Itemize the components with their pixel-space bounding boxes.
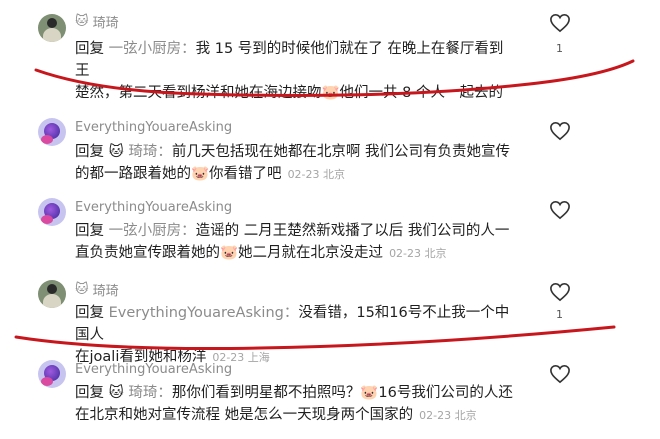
username[interactable]: 🐱 琦琦 — [75, 280, 119, 299]
avatar[interactable] — [38, 14, 66, 42]
comment-meta: 02-23 北京 — [287, 168, 346, 181]
avatar[interactable] — [38, 360, 66, 388]
like-heart-icon[interactable] — [549, 121, 571, 141]
reply-target[interactable]: 一弦小厨房 — [109, 223, 182, 239]
like-count: 1 — [556, 42, 563, 55]
comment-text[interactable]: 回复 一弦小厨房：造谣的 二月王楚然新戏播了以后 我们公司的人一 直负责她宣传跟… — [75, 220, 515, 265]
reply-target[interactable]: 一弦小厨房 — [109, 41, 182, 57]
comment-text[interactable]: 回复 🐱 琦琦：前几天包括现在她都在北京啊 我们公司有负责她宣传 的都一路跟着她… — [75, 141, 515, 186]
username[interactable]: 🐱 琦琦 — [75, 12, 119, 31]
like-heart-icon[interactable] — [549, 282, 571, 302]
username[interactable]: EverythingYouareAsking — [75, 120, 232, 135]
comment-meta: 02-23 北京 — [389, 247, 447, 260]
like-heart-icon[interactable] — [549, 364, 571, 384]
reply-target[interactable]: EverythingYouareAsking — [109, 305, 284, 321]
cat-emoji-icon: 🐱 — [75, 14, 89, 29]
reply-target[interactable]: 琦琦 — [128, 144, 157, 160]
comment-text[interactable]: 回复 一弦小厨房：我 15 号到的时候他们就在了 在晚上在餐厅看到王 楚然，第二… — [75, 38, 515, 104]
cat-emoji-icon: 🐱 — [108, 385, 124, 401]
like-count: 1 — [556, 308, 563, 321]
cat-emoji-icon: 🐱 — [108, 144, 124, 160]
cat-emoji-icon: 🐱 — [75, 282, 89, 297]
reply-target[interactable]: 琦琦 — [128, 385, 157, 401]
like-heart-icon[interactable] — [549, 200, 571, 220]
avatar[interactable] — [38, 198, 66, 226]
comment-meta: 02-23 北京 — [419, 409, 477, 422]
comment-text[interactable]: 回复 🐱 琦琦：那你们看到明星都不拍照吗？🐷16号我们公司的人还 在北京和她对宣… — [75, 382, 515, 427]
avatar[interactable] — [38, 118, 66, 146]
avatar[interactable] — [38, 280, 66, 308]
username[interactable]: EverythingYouareAsking — [75, 362, 232, 377]
like-heart-icon[interactable] — [549, 13, 571, 33]
username[interactable]: EverythingYouareAsking — [75, 200, 232, 215]
comment-text[interactable]: 回复 EverythingYouareAsking：没看错，15和16号不止我一… — [75, 302, 515, 369]
